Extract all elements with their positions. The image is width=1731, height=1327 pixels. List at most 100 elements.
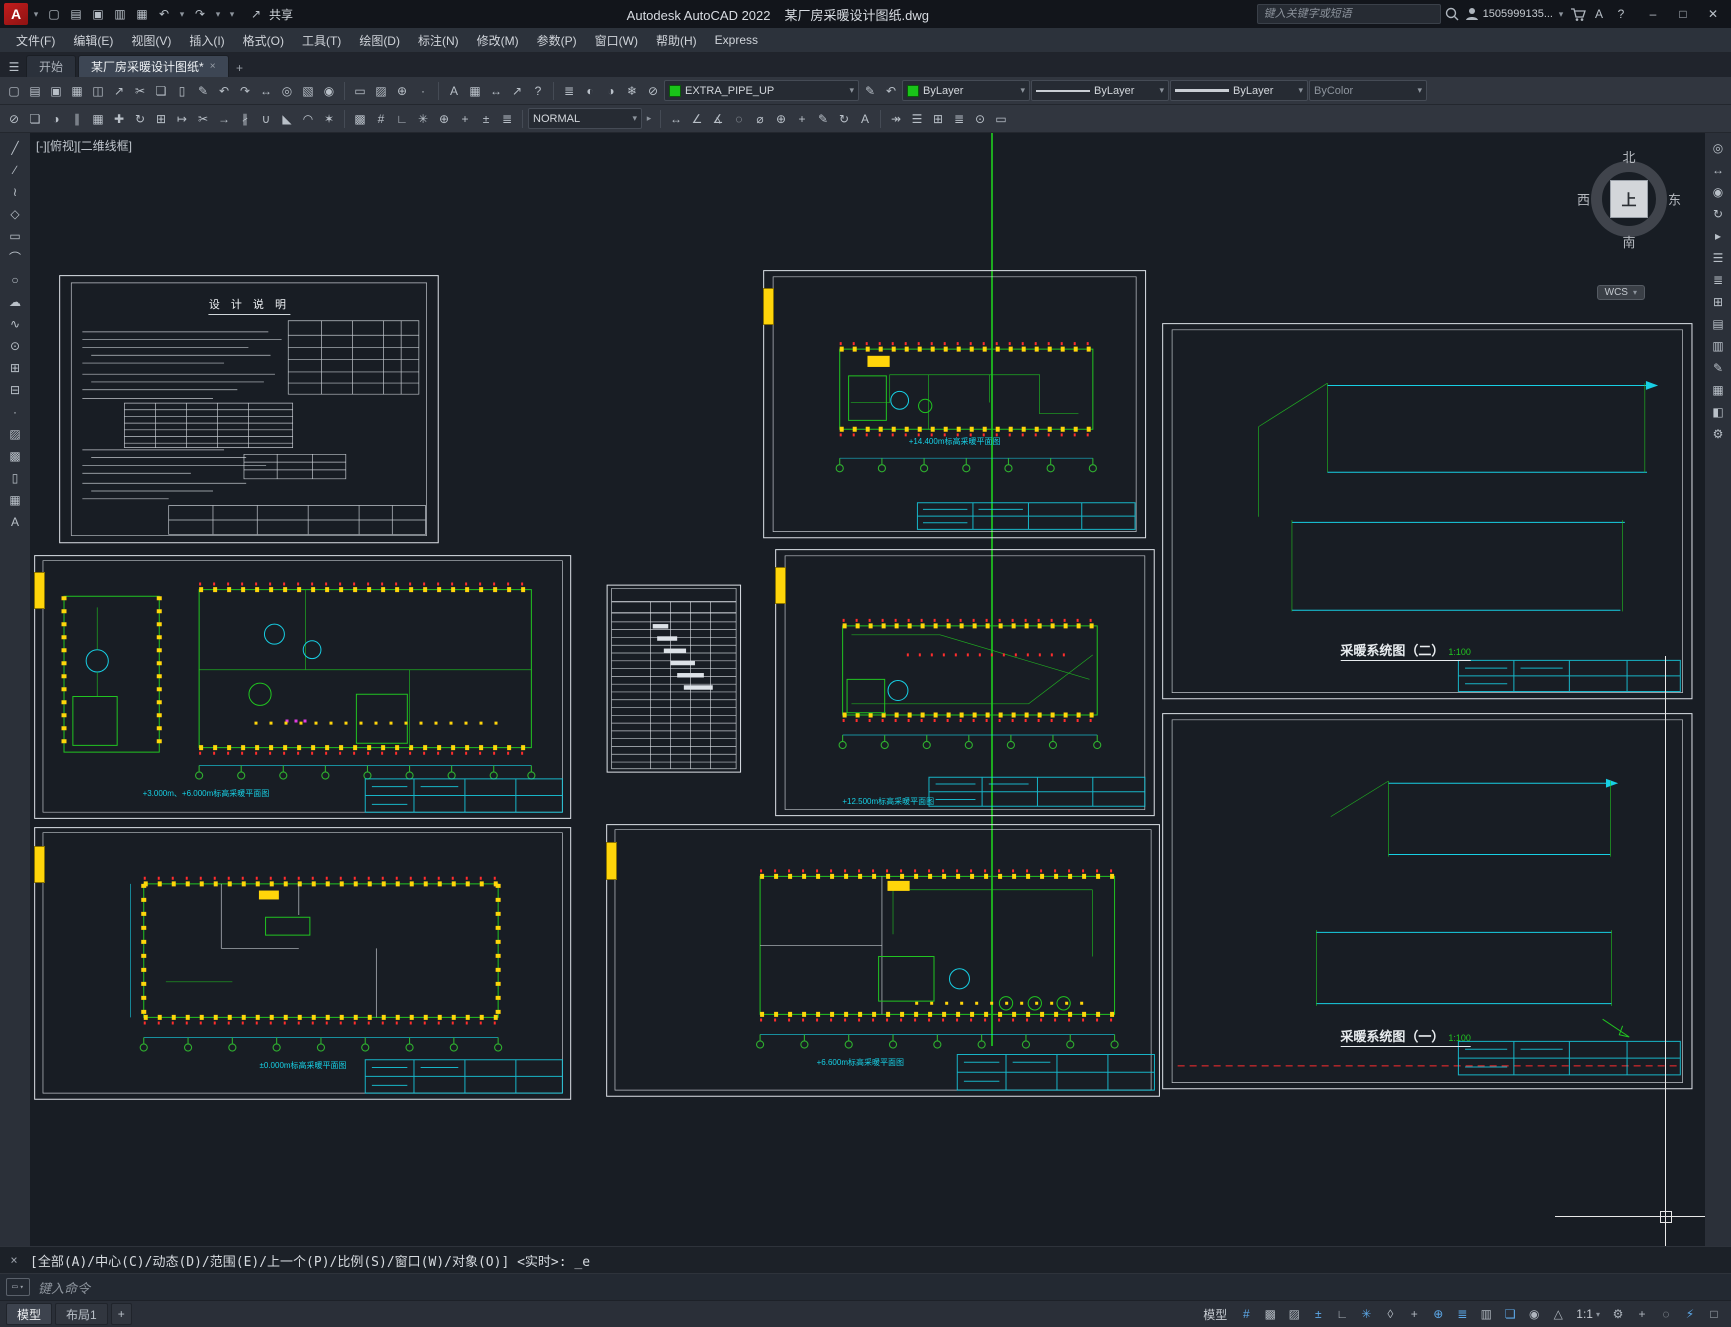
layer-isolate-icon[interactable]: ◑	[601, 81, 621, 101]
explode-icon[interactable]: ✶	[319, 109, 339, 129]
minimize-button[interactable]: –	[1639, 4, 1667, 24]
zoom-icon[interactable]: ◉	[1707, 181, 1729, 202]
redo-icon[interactable]: ↷	[190, 4, 210, 24]
open-file-icon[interactable]: ▤	[66, 4, 86, 24]
dynamic-input-icon[interactable]: ±	[476, 109, 496, 129]
table-icon[interactable]: ▦	[4, 489, 26, 510]
line-icon[interactable]: ╱	[4, 137, 26, 158]
new-layout-button[interactable]: +	[110, 1303, 132, 1325]
save-icon[interactable]: ▣	[46, 81, 66, 101]
zoom-realtime-icon[interactable]: ◎	[277, 81, 297, 101]
wcs-selector[interactable]: WCS ▾	[1596, 285, 1645, 300]
render-icon[interactable]: ▦	[1707, 379, 1729, 400]
app-logo[interactable]: A	[4, 3, 28, 25]
osnap-settings-icon[interactable]: ⊕	[392, 81, 412, 101]
layout1-tab[interactable]: 布局1	[55, 1303, 108, 1325]
help-icon[interactable]: ?	[1611, 4, 1631, 24]
paste-icon[interactable]: ▯	[172, 81, 192, 101]
menu-help[interactable]: 帮助(H)	[648, 30, 705, 51]
orbit-icon[interactable]: ↻	[1707, 203, 1729, 224]
chamfer-icon[interactable]: ◣	[277, 109, 297, 129]
compass-north[interactable]: 北	[1622, 147, 1635, 166]
polar-tracking-icon[interactable]: ✳	[1355, 1304, 1377, 1324]
multiline-text-icon[interactable]: A	[4, 511, 26, 532]
menu-tools[interactable]: 工具(T)	[294, 30, 349, 51]
layer-combo[interactable]: EXTRA_PIPE_UP ▾	[664, 80, 859, 101]
linetype-combo[interactable]: ByLayer ▾	[1031, 80, 1169, 101]
dynamic-input-icon[interactable]: ±	[1307, 1304, 1329, 1324]
tab-document[interactable]: 某厂房采暖设计图纸* ×	[78, 55, 229, 77]
arc-icon[interactable]: ⌒	[4, 247, 26, 268]
plot-icon[interactable]: ▦	[67, 81, 87, 101]
redo-dropdown-icon[interactable]: ▾	[212, 4, 224, 24]
layers-palette-icon[interactable]: ≣	[1707, 269, 1729, 290]
menu-format[interactable]: 格式(O)	[235, 30, 292, 51]
object-snap-icon[interactable]: ⊕	[1427, 1304, 1449, 1324]
polar-icon[interactable]: ✳	[413, 109, 433, 129]
snap-mode-icon[interactable]: ▩	[1259, 1304, 1281, 1324]
point-icon[interactable]: ·	[4, 401, 26, 422]
settings-gear-icon[interactable]: ⚙	[1707, 423, 1729, 444]
move-icon[interactable]: ✚	[109, 109, 129, 129]
hatch-icon[interactable]: ▨	[4, 423, 26, 444]
cart-icon[interactable]	[1569, 5, 1587, 23]
graphics-performance-icon[interactable]: ⚡	[1679, 1304, 1701, 1324]
open-icon[interactable]: ▤	[25, 81, 45, 101]
layer-freeze-icon[interactable]: ❄	[622, 81, 642, 101]
scale-icon[interactable]: ⊞	[151, 109, 171, 129]
materials-icon[interactable]: ◧	[1707, 401, 1729, 422]
menu-dimension[interactable]: 标注(N)	[410, 30, 467, 51]
trim-icon[interactable]: ✂	[193, 109, 213, 129]
area-icon[interactable]: ▭	[991, 109, 1011, 129]
style-apply-icon[interactable]: ▸	[643, 109, 655, 129]
pan-icon[interactable]: ↔	[1707, 159, 1729, 180]
stretch-icon[interactable]: ↦	[172, 109, 192, 129]
navigation-wheel-icon[interactable]: ◎	[1707, 137, 1729, 158]
new-drawing-tab-button[interactable]: +	[231, 59, 249, 77]
layer-match-icon[interactable]: ✎	[860, 81, 880, 101]
share-button[interactable]: ↗ 共享	[240, 4, 299, 24]
menu-window[interactable]: 窗口(W)	[587, 30, 646, 51]
drawing-canvas[interactable]: [-][俯视][二维线框] 北 南 西 东 上 WCS ▾ 设 计 说 明 +1…	[30, 133, 1705, 1246]
model-space-label[interactable]: 模型	[1203, 1306, 1227, 1323]
annotation-scale-control[interactable]: 1:1 ▾	[1571, 1307, 1605, 1321]
grid-display-icon[interactable]: #	[1235, 1304, 1257, 1324]
help-icon[interactable]: ?	[528, 81, 548, 101]
menu-file[interactable]: 文件(F)	[8, 30, 63, 51]
menu-parametric[interactable]: 参数(P)	[529, 30, 585, 51]
plot-icon[interactable]: ▦	[132, 4, 152, 24]
layer-properties-icon[interactable]: ≣	[559, 81, 579, 101]
create-block-icon[interactable]: ⊟	[4, 379, 26, 400]
gradient-icon[interactable]: ▩	[4, 445, 26, 466]
save-as-icon[interactable]: ▥	[110, 4, 130, 24]
show-motion-icon[interactable]: ▸	[1707, 225, 1729, 246]
tab-close-icon[interactable]: ×	[210, 61, 216, 72]
workspace-gear-icon[interactable]: ⚙	[1607, 1304, 1629, 1324]
rectangle-icon[interactable]: ▭	[4, 225, 26, 246]
dim-angular-icon[interactable]: ∡	[708, 109, 728, 129]
menu-edit[interactable]: 编辑(E)	[65, 30, 121, 51]
viewport-controls[interactable]: [-][俯视][二维线框]	[36, 137, 132, 154]
ortho-mode-icon[interactable]: ∟	[1331, 1304, 1353, 1324]
dim-edit-icon[interactable]: ✎	[813, 109, 833, 129]
command-customize-icon[interactable]: ▭ ▾	[6, 1278, 30, 1296]
command-close-icon[interactable]: ×	[6, 1253, 22, 1267]
otrack-icon[interactable]: +	[455, 109, 475, 129]
compass-east[interactable]: 东	[1668, 190, 1681, 209]
compass-south[interactable]: 南	[1622, 232, 1635, 251]
menu-modify[interactable]: 修改(M)	[469, 30, 527, 51]
qat-customize-icon[interactable]: ▾	[226, 4, 238, 24]
viewcube-top-face[interactable]: 上	[1610, 180, 1648, 218]
menu-draw[interactable]: 绘图(D)	[351, 30, 408, 51]
extend-icon[interactable]: →	[214, 109, 234, 129]
markup-icon[interactable]: ✎	[1707, 357, 1729, 378]
undo-icon[interactable]: ↶	[154, 4, 174, 24]
compass-west[interactable]: 西	[1577, 190, 1590, 209]
publish-icon[interactable]: ↗	[109, 81, 129, 101]
array-icon[interactable]: ▦	[88, 109, 108, 129]
file-tab-menu-icon[interactable]: ☰	[4, 57, 24, 77]
app-menu-arrow-icon[interactable]: ▾	[30, 4, 42, 24]
account-dropdown-icon[interactable]: ▾	[1555, 4, 1567, 24]
dim-aligned-icon[interactable]: ∠	[687, 109, 707, 129]
raster-image-icon[interactable]: ▨	[371, 81, 391, 101]
